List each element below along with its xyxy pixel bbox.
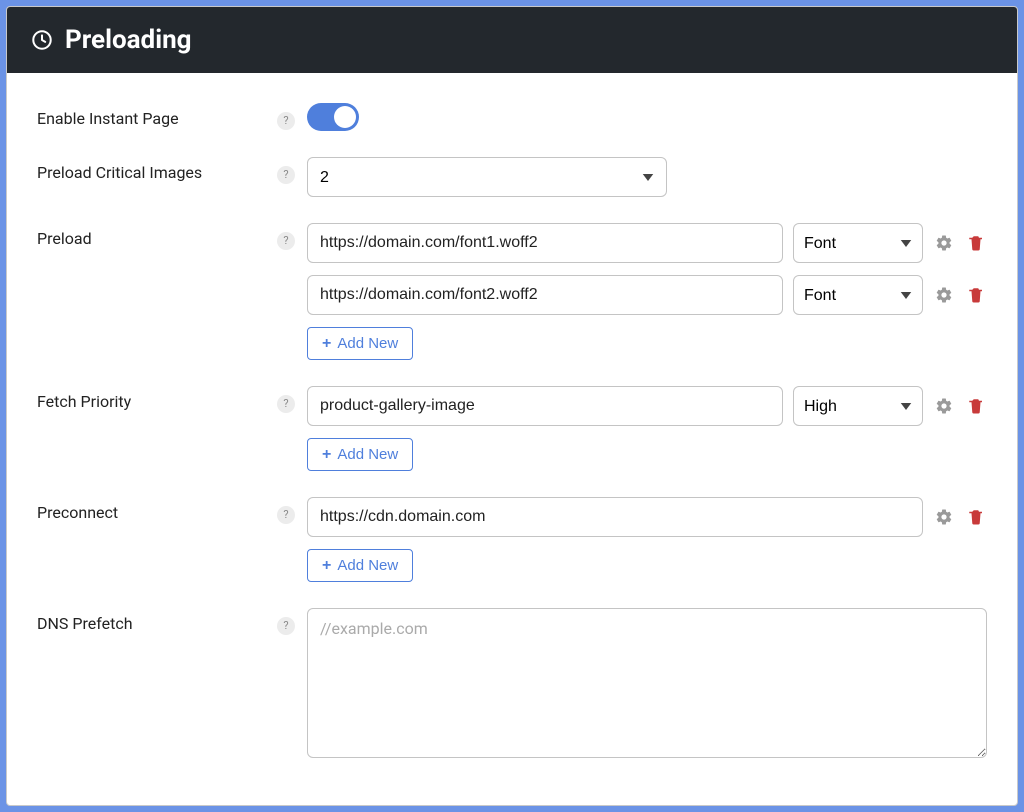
gear-icon[interactable] [933, 232, 955, 254]
row-preconnect: Preconnect ? + Add New [37, 497, 987, 582]
add-new-button[interactable]: + Add New [307, 438, 413, 471]
preload-url-input[interactable] [307, 275, 783, 315]
preload-item: Font [307, 275, 987, 315]
add-new-label: Add New [337, 335, 398, 352]
add-new-button[interactable]: + Add New [307, 549, 413, 582]
panel-content: Enable Instant Page ? Preload Critical I… [7, 73, 1017, 778]
preload-type-select[interactable]: Font [793, 223, 923, 263]
row-dns-prefetch: DNS Prefetch ? [37, 608, 987, 758]
instant-page-toggle[interactable] [307, 103, 359, 131]
help-icon[interactable]: ? [277, 112, 295, 130]
fetch-priority-select[interactable]: High [793, 386, 923, 426]
label-dns-prefetch: DNS Prefetch [37, 608, 277, 633]
help-icon[interactable]: ? [277, 506, 295, 524]
add-new-button[interactable]: + Add New [307, 327, 413, 360]
plus-icon: + [322, 336, 331, 352]
plus-icon: + [322, 447, 331, 463]
preload-item: Font [307, 223, 987, 263]
add-new-label: Add New [337, 446, 398, 463]
page-title: Preloading [65, 25, 192, 55]
preconnect-item [307, 497, 987, 537]
plus-icon: + [322, 558, 331, 574]
preloading-panel: Preloading Enable Instant Page ? Preload… [6, 6, 1018, 806]
gear-icon[interactable] [933, 284, 955, 306]
label-preconnect: Preconnect [37, 497, 277, 522]
row-instant-page: Enable Instant Page ? [37, 103, 987, 131]
label-critical-images: Preload Critical Images [37, 157, 277, 182]
fetch-priority-item: High [307, 386, 987, 426]
preload-type-select[interactable]: Font [793, 275, 923, 315]
help-icon[interactable]: ? [277, 166, 295, 184]
fetch-priority-input[interactable] [307, 386, 783, 426]
trash-icon[interactable] [965, 395, 987, 417]
label-fetch-priority: Fetch Priority [37, 386, 277, 411]
gear-icon[interactable] [933, 395, 955, 417]
row-critical-images: Preload Critical Images ? 2 [37, 157, 987, 197]
critical-images-select[interactable]: 2 [307, 157, 667, 197]
trash-icon[interactable] [965, 284, 987, 306]
trash-icon[interactable] [965, 232, 987, 254]
help-icon[interactable]: ? [277, 395, 295, 413]
dns-prefetch-textarea[interactable] [307, 608, 987, 758]
preconnect-url-input[interactable] [307, 497, 923, 537]
help-icon[interactable]: ? [277, 617, 295, 635]
row-fetch-priority: Fetch Priority ? High + Add New [37, 386, 987, 471]
preload-url-input[interactable] [307, 223, 783, 263]
panel-header: Preloading [7, 7, 1017, 73]
clock-icon [31, 29, 53, 51]
label-preload: Preload [37, 223, 277, 248]
add-new-label: Add New [337, 557, 398, 574]
row-preload: Preload ? Font Font + Add New [37, 223, 987, 360]
gear-icon[interactable] [933, 506, 955, 528]
label-instant-page: Enable Instant Page [37, 103, 277, 128]
help-icon[interactable]: ? [277, 232, 295, 250]
trash-icon[interactable] [965, 506, 987, 528]
